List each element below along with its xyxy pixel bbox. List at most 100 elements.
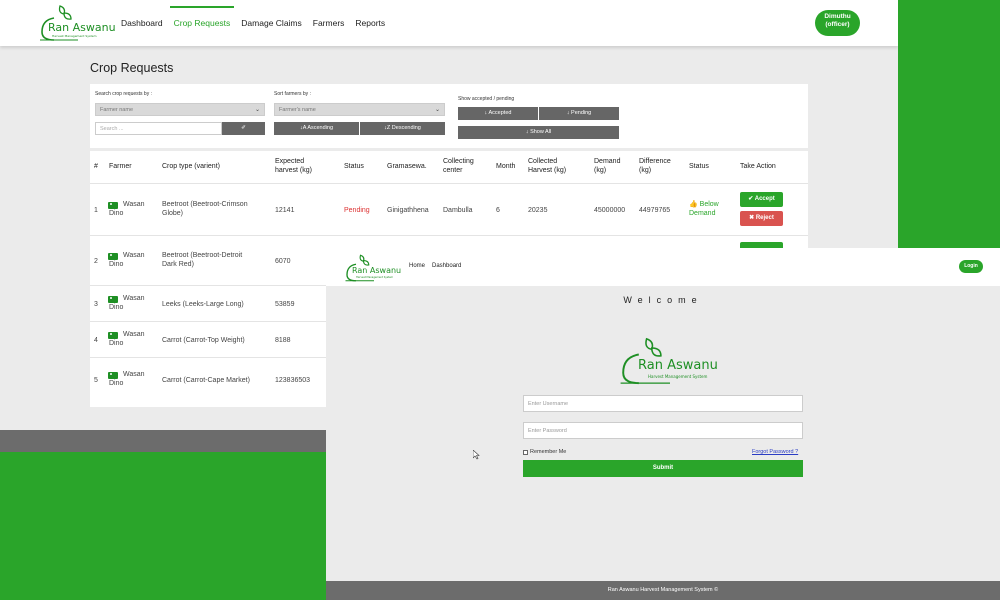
nav-dashboard[interactable]: Dashboard <box>432 263 461 269</box>
farmer-first-name: Wasan <box>123 331 145 338</box>
descending-label: Descending <box>391 125 421 131</box>
nav-farmers[interactable]: Farmers <box>313 18 345 28</box>
difference: 44979765 <box>639 207 671 214</box>
expected-harvest: 53859 <box>275 301 295 308</box>
back-footer <box>0 430 330 452</box>
col-difference: Difference (kg) <box>639 158 671 176</box>
brand-tagline: Harvest Management System <box>52 34 97 38</box>
welcome-heading: Welcome <box>623 295 703 305</box>
col-collecting-line1: Collecting <box>443 158 474 165</box>
expected-harvest: 6070 <box>275 258 291 265</box>
search-placeholder: Search ... <box>100 126 124 132</box>
row-num: 2 <box>94 258 98 265</box>
gramasewa: Ginigathhena <box>387 207 429 214</box>
search-by-select[interactable]: Farmer name ⌄ <box>95 103 265 116</box>
row-num: 3 <box>94 301 98 308</box>
top-navbar: Ran Aswanu Harvest Management System Das… <box>0 0 898 46</box>
nav-reports[interactable]: Reports <box>355 18 385 28</box>
chevron-down-icon: ⌄ <box>434 107 440 113</box>
demand: 45000000 <box>594 207 626 214</box>
mouse-cursor-icon <box>472 447 481 465</box>
main-nav: Home Dashboard <box>409 263 461 269</box>
main-nav: Dashboard Crop Requests Damage Claims Fa… <box>121 6 385 28</box>
descending-button[interactable]: ↓Z Descending <box>360 122 445 135</box>
col-demand: Demand (kg) <box>594 158 620 176</box>
row-num: 5 <box>94 377 98 384</box>
expected-harvest: 123836503 <box>275 377 311 384</box>
filter-panel: Search crop requests by : Farmer name ⌄ … <box>90 84 808 148</box>
user-menu-button[interactable]: Dimuthu (officer) <box>815 10 860 36</box>
col-difference-line2: (kg) <box>639 166 652 174</box>
top-navbar: Ran Aswanu Harvest Management System Hom… <box>326 248 1000 286</box>
farmer-name[interactable]: Wasan Dino <box>109 330 145 348</box>
footer: Ran Aswanu Harvest Management System © <box>326 581 1000 600</box>
show-all-button[interactable]: ↓ Show All <box>458 126 619 139</box>
col-month: Month <box>496 163 516 170</box>
farmer-last-name: Dino <box>109 340 124 348</box>
ascending-button[interactable]: ↓A Ascending <box>274 122 359 135</box>
farmer-name[interactable]: Wasan Dino <box>109 251 145 269</box>
accepted-button[interactable]: ↓ Accepted <box>458 107 538 120</box>
center-logo: Ran Aswanu Harvest Management System <box>618 336 728 388</box>
nav-home[interactable]: Home <box>409 263 425 269</box>
col-collected-line2: Harvest (kg) <box>528 166 567 174</box>
crop-line2: Globe) <box>162 210 184 218</box>
page-title: Crop Requests <box>90 61 174 75</box>
collected-harvest: 20235 <box>528 207 548 214</box>
col-farmer: Farmer <box>109 163 132 170</box>
user-role: (officer) <box>825 21 850 29</box>
reject-button[interactable]: ✖ Reject <box>740 211 783 226</box>
col-status2: Status <box>689 163 709 170</box>
nav-damage-claims[interactable]: Damage Claims <box>241 18 301 28</box>
accept-button[interactable]: ✔ Accept <box>740 192 783 207</box>
login-window: Ran Aswanu Harvest Management System Hom… <box>326 248 1000 600</box>
col-expected-line1: Expected <box>275 158 305 165</box>
sort-by-value: Farmer's name <box>279 107 316 113</box>
farmer-last-name: Dino <box>109 210 124 218</box>
username-placeholder: Enter Username <box>528 401 569 407</box>
x-circle-icon: ✖ <box>749 215 756 221</box>
remember-me-checkbox[interactable] <box>523 449 528 455</box>
sort-desc-icon: ↓Z <box>384 125 392 131</box>
col-collected-line1: Collected <box>528 158 558 165</box>
search-input[interactable]: Search ... <box>95 122 222 135</box>
submit-button[interactable]: Submit <box>523 460 803 477</box>
crop-type: Beetroot (Beetroot-Crimson Globe) <box>162 200 248 218</box>
table-row: 1 Wasan Dino Beetroot (Beetroot-Crimson Gl… <box>90 183 808 235</box>
col-crop: Crop type (varient) <box>162 163 220 170</box>
crop-line2: Dark Red) <box>162 261 194 269</box>
pending-label: Pending <box>571 110 592 116</box>
forgot-password-link[interactable]: Forgot Password ? <box>752 449 798 455</box>
row-num: 1 <box>94 207 98 214</box>
username-input[interactable]: Enter Username <box>523 395 803 412</box>
brand-name: Ran Aswanu <box>48 21 116 34</box>
brand-name: Ran Aswanu <box>352 266 402 275</box>
collecting-center: Dambulla <box>443 207 473 214</box>
nav-dashboard[interactable]: Dashboard <box>121 18 163 28</box>
show-label: Show accepted / pending <box>458 96 515 102</box>
search-button[interactable]: ✐ <box>222 122 265 135</box>
brand-logo[interactable]: Ran Aswanu Harvest Management System <box>344 253 402 283</box>
crop-type: Beetroot (Beetroot-Detroit Dark Red) <box>162 251 242 269</box>
farmer-name[interactable]: Wasan Dino <box>109 294 145 312</box>
password-input[interactable]: Enter Password <box>523 422 803 439</box>
col-collected: Collected Harvest (kg) <box>528 158 566 176</box>
nav-crop-requests[interactable]: Crop Requests <box>169 6 234 28</box>
brand-tagline: Harvest Management System <box>648 374 708 379</box>
brand-tagline: Harvest Management System <box>356 276 394 279</box>
brand-logo[interactable]: Ran Aswanu Harvest Management System <box>38 4 116 44</box>
login-button[interactable]: Login <box>959 260 983 273</box>
accepted-label: Accepted <box>488 110 512 116</box>
farmer-last-name: Dino <box>109 304 124 312</box>
col-collecting: Collecting center <box>443 158 474 176</box>
farmer-first-name: Wasan <box>123 201 145 208</box>
pending-button[interactable]: ↓ Pending <box>539 107 619 120</box>
farmer-name[interactable]: Wasan Dino <box>109 200 145 218</box>
expected-harvest: 12141 <box>275 207 295 214</box>
sort-by-select[interactable]: Farmer's name ⌄ <box>274 103 445 116</box>
accept-label: Accept <box>754 196 775 202</box>
user-name: Dimuthu <box>824 13 851 20</box>
farmer-name[interactable]: Wasan Dino <box>109 370 145 388</box>
reject-label: Reject <box>755 215 774 221</box>
col-gramasewa: Gramasewa. <box>387 163 427 170</box>
